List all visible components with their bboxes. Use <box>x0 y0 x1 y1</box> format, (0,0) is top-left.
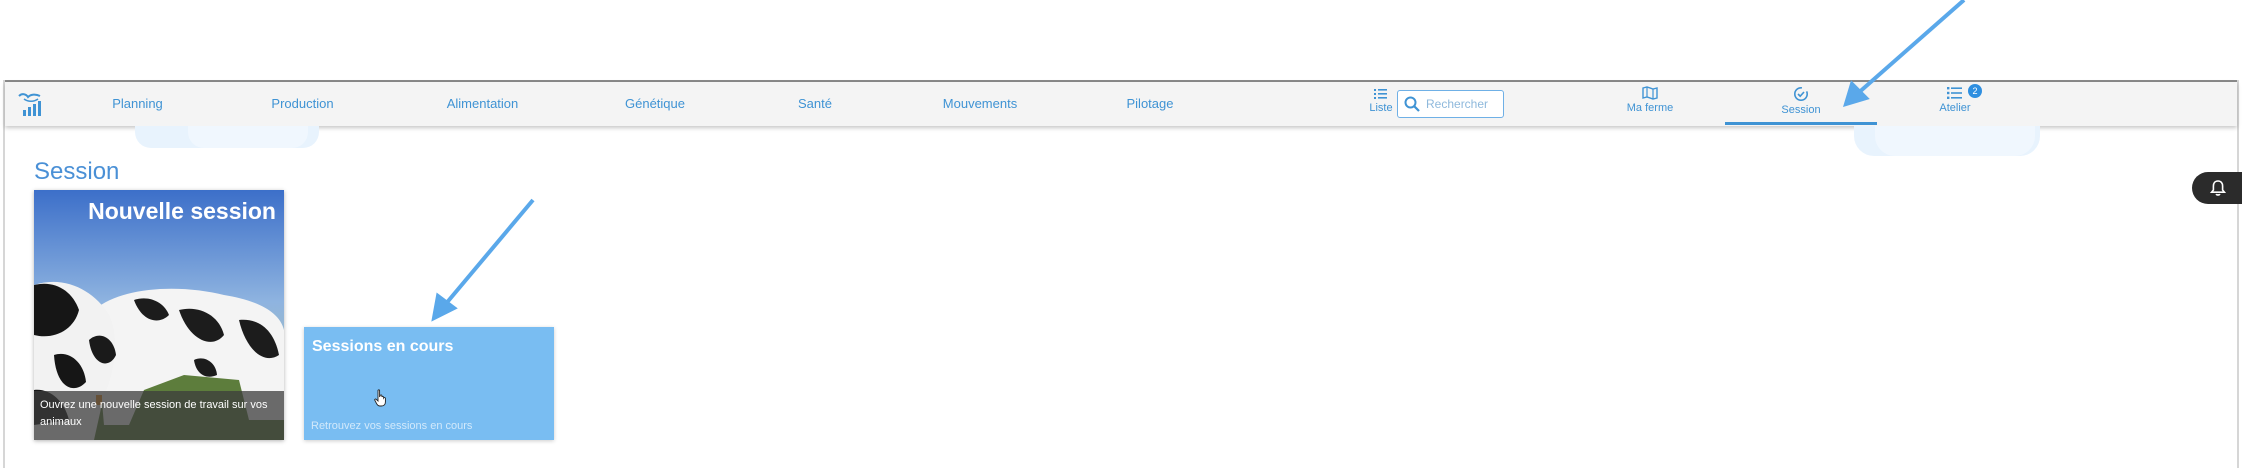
check-circle-icon <box>1794 87 1808 101</box>
page-title: Session <box>34 158 120 185</box>
tab-session-label: Session <box>1781 104 1821 116</box>
faded-tooltip-left-inner <box>188 126 308 148</box>
nav-production[interactable]: Production <box>255 82 350 126</box>
tab-session[interactable]: Session <box>1771 86 1831 116</box>
liste-button[interactable]: Liste <box>1365 88 1397 114</box>
window-top-area <box>0 0 2242 80</box>
search-input[interactable] <box>1426 95 1500 113</box>
nav-planning[interactable]: Planning <box>95 82 180 126</box>
atelier-count-badge: 2 <box>1968 84 1982 98</box>
new-session-card[interactable]: Nouvelle session Ouvrez une nouvelle ses… <box>34 190 284 440</box>
window-border-right <box>2237 80 2239 468</box>
active-tab-indicator <box>1725 122 1877 125</box>
arrow-to-sessions-card <box>431 198 535 322</box>
nav-alimentation[interactable]: Alimentation <box>430 82 535 126</box>
list-icon <box>1374 89 1387 99</box>
top-navbar: Planning Production Alimentation Génétiq… <box>5 82 2237 126</box>
tab-ma-ferme[interactable]: Ma ferme <box>1615 86 1685 114</box>
faded-tooltip-right-inner <box>1875 126 2035 156</box>
tab-atelier-label: Atelier <box>1939 102 1971 114</box>
cow-chart-logo-icon[interactable] <box>16 90 46 118</box>
tab-ma-ferme-label: Ma ferme <box>1626 102 1674 114</box>
nav-pilotage[interactable]: Pilotage <box>1110 82 1190 126</box>
list-icon <box>1947 87 1962 99</box>
notifications-button[interactable] <box>2192 172 2242 204</box>
bell-icon <box>2209 180 2227 196</box>
hand-cursor-icon <box>374 389 388 412</box>
current-sessions-title: Sessions en cours <box>312 338 454 355</box>
search-box[interactable] <box>1397 90 1504 118</box>
new-session-title: Nouvelle session <box>88 198 276 224</box>
nav-mouvements[interactable]: Mouvements <box>930 82 1030 126</box>
search-icon <box>1404 96 1420 117</box>
window-border-left <box>3 80 5 468</box>
new-session-caption: Ouvrez une nouvelle session de travail s… <box>34 391 284 440</box>
current-sessions-card[interactable]: Sessions en cours Retrouvez vos sessions… <box>304 327 554 440</box>
nav-sante[interactable]: Santé <box>780 82 850 126</box>
nav-genetique[interactable]: Génétique <box>610 82 700 126</box>
map-icon <box>1642 86 1658 100</box>
liste-label: Liste <box>1369 102 1393 114</box>
current-sessions-caption: Retrouvez vos sessions en cours <box>311 420 473 432</box>
